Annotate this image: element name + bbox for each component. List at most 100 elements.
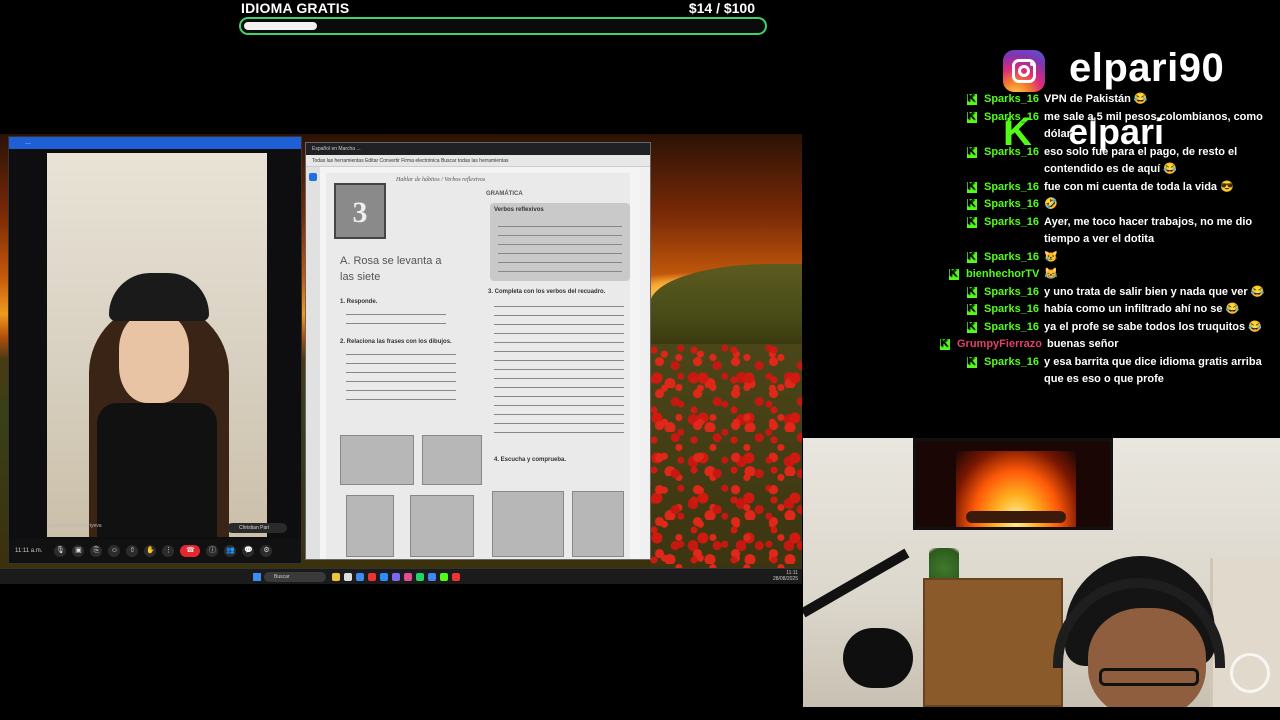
chat-message: Sparks_16me sale a 5 mil pesos colombian… <box>930 109 1280 144</box>
self-view-pill[interactable]: Christian Pari <box>227 523 287 533</box>
chat-username[interactable]: Sparks_16 <box>984 144 1039 179</box>
info-icon[interactable]: ⓘ <box>206 545 219 557</box>
webcam-feed <box>803 438 1280 707</box>
acrobat-icon[interactable] <box>452 573 460 581</box>
call-clock: 11:11 a.m. <box>15 548 43 554</box>
illustration-sleeping <box>572 491 624 557</box>
goal-progress-fill <box>244 22 317 30</box>
mic-arm <box>803 548 910 618</box>
instagram-handle: elpari90 <box>1069 46 1225 90</box>
wooden-cabinet <box>923 578 1063 707</box>
kick-badge-icon <box>967 145 977 158</box>
present-icon[interactable]: ⇧ <box>126 545 139 557</box>
table-rows <box>498 221 622 275</box>
taskbar-clock[interactable]: 11:11 28/08/2025 <box>773 570 798 582</box>
illustration-shower <box>346 495 394 557</box>
chat-message: Sparks_16eso solo fue para el pago, de r… <box>930 144 1280 179</box>
kick-badge-icon <box>967 92 977 105</box>
pdf-tab-bar[interactable]: Español en Marcha ... <box>306 143 650 155</box>
pdf-viewer-window[interactable]: Español en Marcha ... Todas las herramie… <box>305 142 651 560</box>
instagram-icon-flash <box>1030 62 1034 66</box>
exercise-3: 3. Completa con los verbos del recuadro. <box>488 289 606 295</box>
chat-text: 😹 <box>1044 268 1059 280</box>
mic-icon[interactable]: 🎙 <box>54 545 67 557</box>
lesson-title: A. Rosa se levanta a las siete <box>340 255 442 283</box>
fireplace-log <box>966 511 1066 523</box>
kick-badge-icon <box>949 267 959 280</box>
hang-up-button[interactable]: ☎ <box>180 545 201 557</box>
call-title-bar[interactable]: ... <box>9 137 301 149</box>
more-options-icon[interactable]: ⋮ <box>162 545 175 557</box>
chat-username[interactable]: Sparks_16 <box>984 284 1039 302</box>
chat-text: fue con mi cuenta de toda la vida 😎 <box>1044 180 1234 193</box>
exercise-1-lines <box>346 309 446 329</box>
tutor-face <box>119 313 189 403</box>
chat-username[interactable]: Sparks_16 <box>984 179 1039 197</box>
whatsapp-icon[interactable] <box>416 573 424 581</box>
start-icon[interactable] <box>253 573 261 581</box>
app-icon[interactable] <box>440 573 448 581</box>
exercise-2: 2. Relaciona las frases con los dibujos. <box>340 339 452 345</box>
chat-message: Sparks_16 😿 <box>930 249 1280 267</box>
pdf-right-toolbar[interactable] <box>640 167 650 559</box>
chat-username[interactable]: Sparks_16 <box>984 319 1039 337</box>
chat-text: había como un infiltrado ahí no se 😂 <box>1044 303 1240 315</box>
chat-username[interactable]: Sparks_16 <box>984 354 1039 389</box>
tutor-cap <box>109 273 209 321</box>
app-icon[interactable] <box>392 573 400 581</box>
chat-text: 🤣 <box>1044 198 1058 210</box>
people-icon[interactable]: 👥 <box>224 545 237 557</box>
edge-icon[interactable] <box>356 573 364 581</box>
app-icon[interactable] <box>380 573 388 581</box>
desktop-capture: ... assem.zhamanseriyeva Christian Pari … <box>0 134 802 584</box>
kick-badge-icon <box>967 302 977 315</box>
kick-badge-icon <box>967 110 977 123</box>
chat-text: ya el profe se sabe todos los truquitos … <box>1044 320 1262 333</box>
activities-icon[interactable]: ⚙ <box>260 545 273 557</box>
kick-badge-icon <box>967 320 977 333</box>
chat-username[interactable]: Sparks_16 <box>984 109 1039 144</box>
select-tool-icon[interactable] <box>309 173 317 181</box>
caller-name: assem.zhamanseriyeva <box>49 523 102 529</box>
kick-badge-icon <box>967 285 977 298</box>
watermark-icon <box>1230 653 1270 693</box>
goal-progress-track <box>239 17 767 35</box>
kick-badge-icon <box>967 215 977 228</box>
chat-message: Sparks_16 🤣 <box>930 196 1280 214</box>
chat-text: y esa barrita que dice idioma gratis arr… <box>1044 355 1262 386</box>
video-call-window[interactable]: ... assem.zhamanseriyeva Christian Pari … <box>8 136 302 564</box>
app-icon[interactable] <box>368 573 376 581</box>
illustration-kitchen <box>422 435 482 485</box>
call-controls: 11:11 a.m. 🎙 ▣ ⎘ ☺ ⇧ ✋ ⋮ ☎ ⓘ 👥 💬 ⚙ <box>9 539 301 563</box>
chat-message: bienhechorTV 😹 <box>930 266 1280 284</box>
illustration-walking <box>492 491 564 557</box>
chat-username[interactable]: Sparks_16 <box>984 91 1039 109</box>
taskbar-apps <box>332 573 460 581</box>
chat-text: buenas señor <box>1046 338 1119 350</box>
app-icon[interactable] <box>344 573 352 581</box>
chat-username[interactable]: Sparks_16 <box>984 249 1039 267</box>
camera-icon[interactable]: ▣ <box>72 545 85 557</box>
taskbar-search[interactable]: Buscar <box>264 572 326 582</box>
chat-username[interactable]: bienhechorTV <box>966 266 1039 284</box>
app-icon[interactable] <box>404 573 412 581</box>
emoji-icon[interactable]: ☺ <box>108 545 121 557</box>
clock-date: 28/08/2025 <box>772 576 798 582</box>
goal-title: IDIOMA GRATIS <box>241 0 350 16</box>
chat-username[interactable]: Sparks_16 <box>984 301 1039 319</box>
chat-text: Ayer, me toco hacer trabajos, no me dio … <box>1044 215 1253 246</box>
chat-icon[interactable]: 💬 <box>242 545 255 557</box>
file-explorer-icon[interactable] <box>332 573 340 581</box>
donation-goal: IDIOMA GRATIS $14 / $100 <box>237 0 769 38</box>
reflexive-verbs-table: Verbos reflexivos <box>490 203 630 281</box>
chat-username[interactable]: Sparks_16 <box>984 196 1039 214</box>
raise-hand-icon[interactable]: ✋ <box>144 545 157 557</box>
chrome-icon[interactable] <box>428 573 436 581</box>
captions-icon[interactable]: ⎘ <box>90 545 103 557</box>
tutor-body <box>97 403 217 537</box>
chat-username[interactable]: Sparks_16 <box>984 214 1039 249</box>
pdf-left-toolbar[interactable] <box>306 167 320 559</box>
pdf-toolbar[interactable]: Todas las herramientas Editar Convertir … <box>306 155 650 167</box>
kick-badge-icon <box>967 355 977 368</box>
chat-username[interactable]: GrumpyFierrazo <box>957 336 1042 354</box>
